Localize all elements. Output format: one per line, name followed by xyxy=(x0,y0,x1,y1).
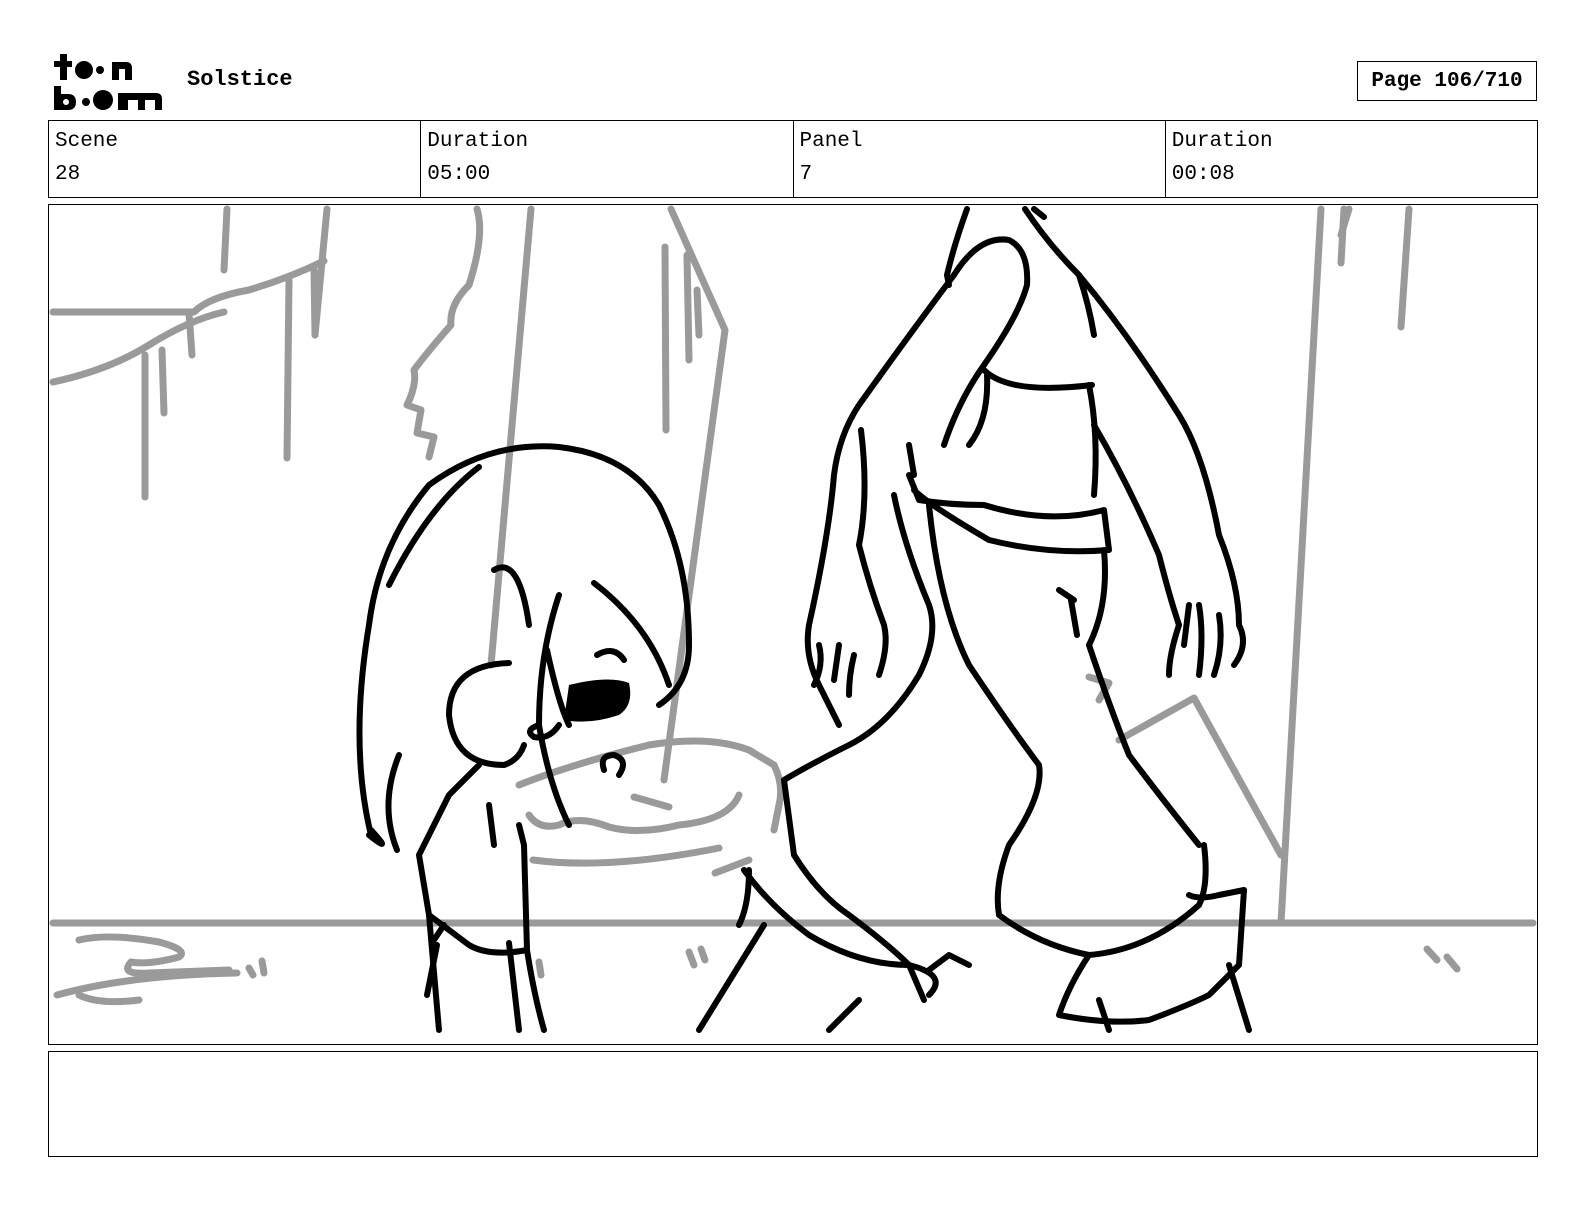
panel-duration-cell: Duration 00:08 xyxy=(1164,121,1537,197)
panel-duration-label: Duration xyxy=(1171,130,1273,153)
toon-boom-logo xyxy=(52,52,164,112)
background-sketch xyxy=(49,205,1537,1006)
panel-cell: Panel 7 xyxy=(792,121,1165,197)
page-indicator: Page 106/710 xyxy=(1357,61,1537,101)
panel-sketch xyxy=(49,205,1537,1033)
project-title: Solstice xyxy=(187,67,293,92)
panel-value: 7 xyxy=(799,163,813,186)
storyboard-info-table: Scene 28 Duration 05:00 Panel 7 Duration… xyxy=(48,120,1538,198)
scene-duration-cell: Duration 05:00 xyxy=(420,121,792,197)
scene-value: 28 xyxy=(55,163,81,186)
panel-notes-box xyxy=(48,1051,1538,1157)
scene-duration-value: 05:00 xyxy=(427,163,491,186)
scene-label: Scene xyxy=(55,130,119,153)
panel-duration-value: 00:08 xyxy=(1171,163,1235,186)
panel-label: Panel xyxy=(799,130,863,153)
scene-cell: Scene 28 xyxy=(49,121,420,197)
storyboard-panel-image xyxy=(48,204,1538,1045)
page-label: Page 106/710 xyxy=(1371,69,1523,93)
scene-duration-label: Duration xyxy=(427,130,529,153)
